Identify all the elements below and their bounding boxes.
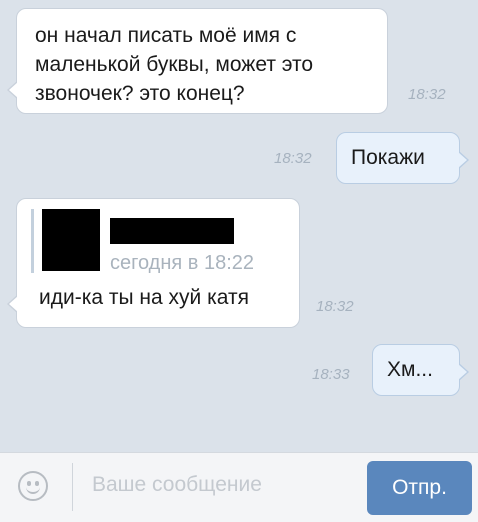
outgoing-message-bubble[interactable]: Покажи [336, 132, 469, 184]
chat-area: он начал писать моё имя с маленькой букв… [0, 0, 478, 452]
avatar [42, 209, 100, 271]
incoming-forwarded-bubble[interactable]: сегодня в 18:22 иди-ка ты на хуй катя [7, 198, 300, 328]
incoming-message-bubble[interactable]: он начал писать моё имя с маленькой букв… [7, 8, 388, 114]
message-time: 18:32 [274, 150, 312, 167]
smile-mouth [26, 483, 40, 494]
message-composer: Ваше сообщение Отпр. [0, 452, 478, 522]
quote-date: сегодня в 18:22 [110, 252, 254, 274]
message-text: Хм... [387, 358, 433, 381]
message-input[interactable]: Ваше сообщение [92, 473, 262, 497]
message-text: Покажи [351, 146, 425, 169]
send-button[interactable]: Отпр. [367, 461, 472, 515]
message-text: иди-ка ты на хуй катя [39, 286, 249, 309]
forwarded-quote[interactable]: сегодня в 18:22 [31, 209, 281, 274]
message-time: 18:32 [408, 86, 446, 103]
composer-divider [72, 463, 73, 511]
outgoing-message-bubble[interactable]: Хм... [372, 344, 469, 396]
smile-icon[interactable] [18, 471, 48, 501]
redacted-name [110, 218, 234, 244]
message-time: 18:33 [312, 366, 350, 383]
message-time: 18:32 [316, 298, 354, 315]
message-text: он начал писать моё имя с маленькой букв… [35, 24, 314, 105]
